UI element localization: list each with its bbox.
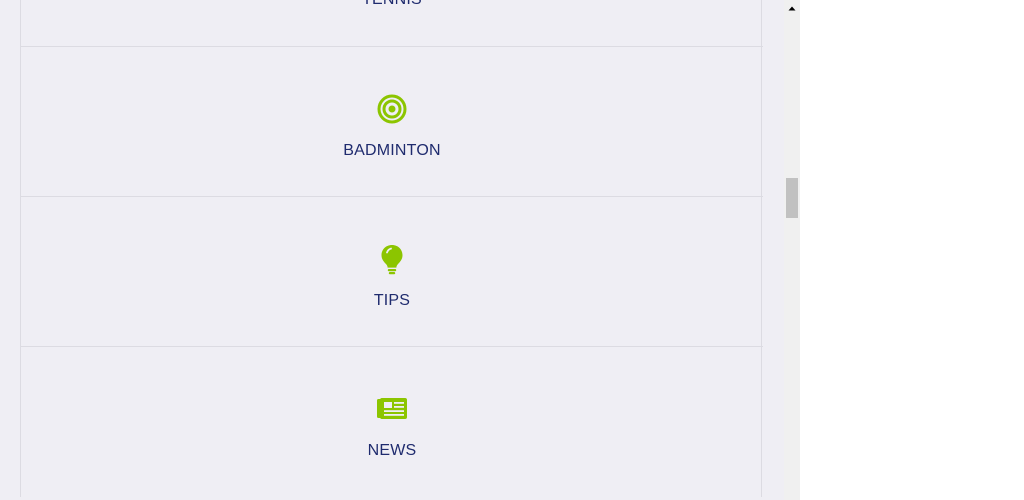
menu-item-tennis[interactable]: TENNIS [21,0,763,47]
menu-item-label: TENNIS [21,0,763,10]
sports-menu-panel: TENNIS BADMINTON TIPS [20,0,763,497]
scrollbar-thumb[interactable] [786,178,798,218]
menu-item-label: NEWS [367,442,417,459]
page-viewport: TENNIS BADMINTON TIPS [0,0,784,500]
menu-item-label: TIPS [373,292,411,309]
menu-item-news[interactable]: NEWS [21,347,763,497]
lightbulb-icon [381,245,403,275]
vertical-scrollbar[interactable] [784,0,800,500]
newspaper-icon [377,398,407,419]
menu-item-badminton[interactable]: BADMINTON [21,47,763,197]
menu-item-tips[interactable]: TIPS [21,197,763,347]
menu-item-label: BADMINTON [343,142,441,159]
target-icon [377,94,407,124]
scroll-up-arrow-icon[interactable] [784,0,800,16]
